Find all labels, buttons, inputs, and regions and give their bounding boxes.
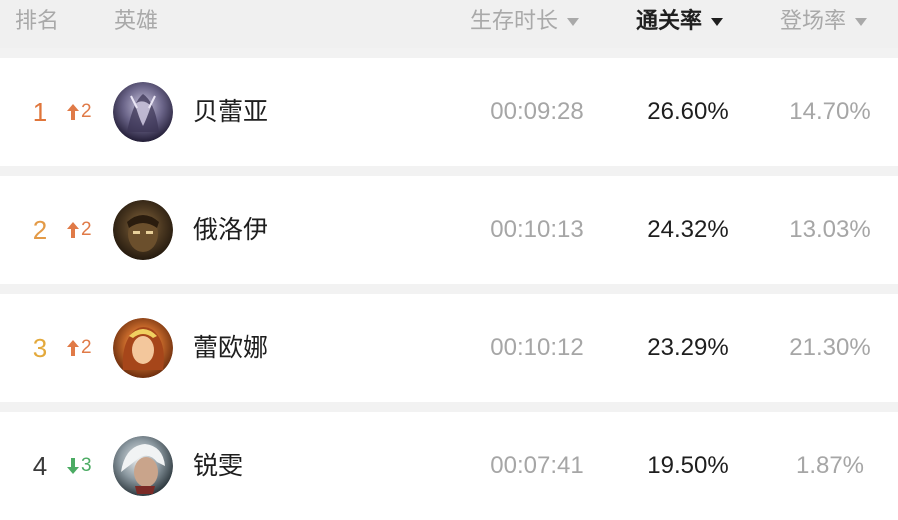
rank-change: 3 [66, 412, 92, 520]
hero-name[interactable]: 锐雯 [193, 412, 243, 520]
table-row[interactable]: 2 2 俄洛伊 00:10:13 24.32% 13.03% [0, 176, 898, 284]
arrow-down-icon [66, 457, 81, 475]
column-header-hero: 英雄 [114, 0, 158, 44]
column-header-rank-label: 排名 [15, 9, 60, 34]
pick-rate: 21.30% [789, 334, 871, 361]
table-header: 排名 英雄 生存时长 通关率 登场率 [0, 0, 898, 48]
priestess-avatar[interactable] [113, 200, 173, 260]
column-header-survival-time-label: 生存时长 [470, 9, 559, 34]
rank-number: 1 [32, 97, 48, 127]
column-header-pick-rate[interactable]: 登场率 [780, 0, 868, 44]
dark-sorceress-avatar[interactable] [113, 82, 173, 142]
table-row[interactable]: 4 3 锐雯 00:07:41 19.50% 1.87% [0, 412, 898, 520]
column-header-hero-label: 英雄 [114, 9, 159, 34]
survival-time: 00:10:12 [490, 334, 584, 361]
table-row[interactable]: 1 2 贝蕾亚 00:09:28 26.60% 14.70% [0, 58, 898, 166]
survival-time: 00:09:28 [490, 98, 584, 125]
arrow-up-icon [66, 339, 81, 357]
rank-number: 3 [32, 333, 48, 363]
pick-rate: 14.70% [789, 98, 871, 125]
rank-change-value: 2 [81, 219, 92, 240]
pick-rate: 1.87% [795, 452, 865, 479]
column-header-clear-rate-label: 通关率 [636, 9, 703, 34]
survival-time: 00:10:13 [490, 216, 584, 243]
arrow-up-icon [66, 221, 81, 239]
pick-rate: 13.03% [789, 216, 871, 243]
rank-change: 2 [66, 294, 92, 402]
clear-rate: 19.50% [647, 452, 729, 479]
column-header-clear-rate[interactable]: 通关率 [636, 0, 724, 44]
hero-name[interactable]: 俄洛伊 [193, 176, 268, 284]
rank-change: 2 [66, 176, 92, 284]
column-header-survival-time[interactable]: 生存时长 [470, 0, 580, 44]
sun-warrior-avatar[interactable] [113, 318, 173, 378]
rank-change-value: 2 [81, 337, 92, 358]
rank-change-value: 2 [81, 101, 92, 122]
clear-rate: 23.29% [647, 334, 729, 361]
rank-change-value: 3 [81, 455, 92, 476]
rank-number: 4 [32, 451, 48, 481]
arrow-up-icon [66, 103, 81, 121]
rank-change: 2 [66, 58, 92, 166]
column-header-pick-rate-label: 登场率 [780, 9, 847, 34]
exile-swordswoman-avatar[interactable] [113, 436, 173, 496]
table-row[interactable]: 3 2 蕾欧娜 00:10:12 23.29% 21.30% [0, 294, 898, 402]
column-header-rank: 排名 [15, 0, 59, 44]
sort-caret-down-icon [711, 18, 724, 26]
survival-time: 00:07:41 [490, 452, 584, 479]
sort-caret-down-icon [567, 18, 580, 26]
hero-name[interactable]: 蕾欧娜 [193, 294, 268, 402]
hero-name[interactable]: 贝蕾亚 [193, 58, 268, 166]
rank-number: 2 [32, 215, 48, 245]
clear-rate: 26.60% [647, 98, 729, 125]
clear-rate: 24.32% [647, 216, 729, 243]
sort-caret-down-icon [855, 18, 868, 26]
